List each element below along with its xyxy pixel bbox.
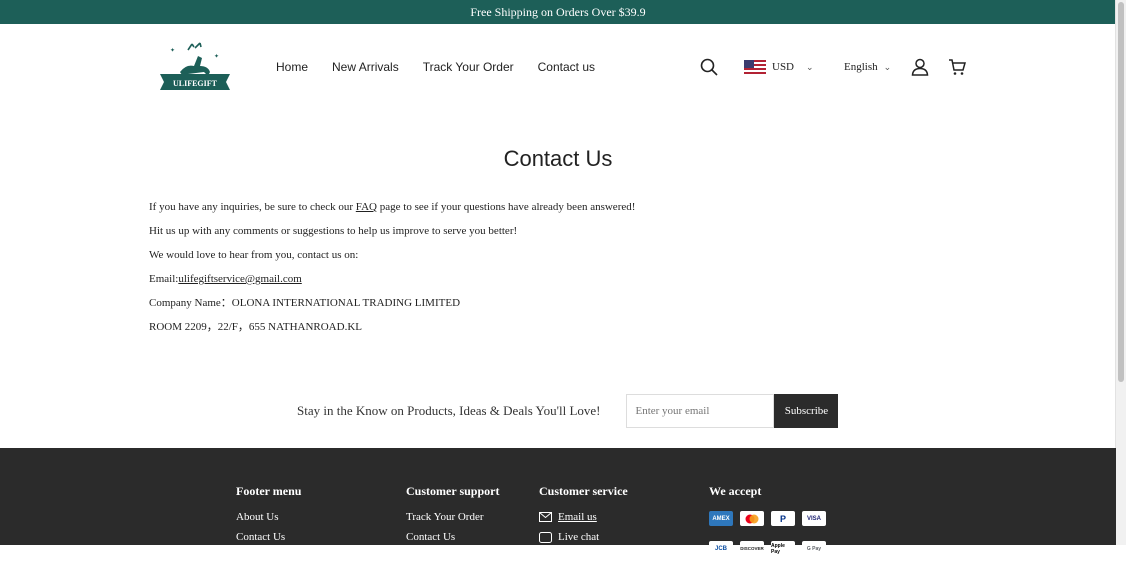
- faq-text-after: page to see if your questions have alrea…: [377, 201, 636, 213]
- jcb-icon: JCB: [709, 541, 733, 556]
- footer-accept-title: We accept: [709, 484, 762, 498]
- main-nav: Home New Arrivals Track Your Order Conta…: [276, 60, 595, 74]
- site-header: ✦ ✦ ULIFEGIFT Home New Arrivals Track Yo…: [0, 24, 1116, 110]
- live-chat-label: Live chat: [558, 531, 600, 543]
- footer-service: Customer service Email us Live chat: [539, 484, 628, 551]
- company-name: Company Name：OLONA INTERNATIONAL TRADING…: [149, 297, 461, 309]
- svg-text:✦: ✦: [170, 47, 175, 54]
- feedback-paragraph: Hit us up with any comments or suggestio…: [149, 225, 518, 237]
- chevron-down-icon: ⌄: [883, 61, 892, 72]
- nav-new-arrivals[interactable]: New Arrivals: [332, 60, 399, 74]
- footer-link-about[interactable]: About Us: [236, 511, 301, 523]
- newsletter-email-input[interactable]: [626, 394, 775, 428]
- scrollbar[interactable]: [1115, 0, 1126, 545]
- currency-selector[interactable]: USD ⌄: [744, 60, 814, 74]
- contact-intro: We would love to hear from you, contact …: [149, 249, 359, 261]
- currency-code: USD: [772, 61, 795, 73]
- language-label: English: [844, 61, 878, 73]
- mastercard-icon: [740, 511, 764, 526]
- account-icon[interactable]: [911, 58, 929, 81]
- company-address: ROOM 2209，22/F，655 NATHANROAD.KL: [149, 321, 362, 333]
- email-us-label: Email us: [558, 511, 597, 523]
- footer-link-contact[interactable]: Contact Us: [236, 531, 301, 543]
- subscribe-button[interactable]: Subscribe: [774, 394, 839, 428]
- footer-link-track-order[interactable]: Track Your Order: [406, 511, 499, 523]
- footer-payments: We accept AMEX P VISA JCB DISCOVER Apple…: [709, 484, 826, 572]
- faq-link[interactable]: FAQ: [356, 201, 377, 213]
- search-icon[interactable]: [700, 58, 718, 81]
- email-label: Email:: [149, 273, 179, 285]
- logo-text: ULIFEGIFT: [173, 79, 218, 88]
- discover-icon: DISCOVER: [740, 541, 764, 556]
- us-flag-icon: [744, 60, 766, 74]
- nav-track-order[interactable]: Track Your Order: [423, 60, 514, 74]
- svg-text:✦: ✦: [214, 53, 219, 60]
- site-footer: Footer menu About Us Contact Us Customer…: [0, 448, 1116, 556]
- cart-icon[interactable]: [948, 58, 966, 81]
- mail-icon: [539, 512, 552, 522]
- apple-pay-icon: Apple Pay: [771, 541, 795, 556]
- announcement-bar: Free Shipping on Orders Over $39.9: [0, 0, 1116, 24]
- chat-icon: [539, 531, 552, 543]
- google-pay-icon: G Pay: [802, 541, 826, 556]
- newsletter-section: Stay in the Know on Products, Ideas & De…: [297, 394, 839, 428]
- announcement-text: Free Shipping on Orders Over $39.9: [470, 5, 646, 19]
- faq-paragraph: If you have any inquiries, be sure to ch…: [149, 200, 635, 214]
- email-line: Email:ulifegiftservice@gmail.com: [149, 272, 635, 286]
- chevron-down-icon: ⌄: [806, 61, 814, 72]
- nav-home[interactable]: Home: [276, 60, 308, 74]
- page-title: Contact Us: [503, 146, 613, 171]
- faq-text-before: If you have any inquiries, be sure to ch…: [149, 201, 356, 213]
- visa-icon: VISA: [802, 511, 826, 526]
- deer-logo-icon: ✦ ✦ ULIFEGIFT: [160, 42, 230, 90]
- footer-support: Customer support Track Your Order Contac…: [406, 484, 499, 551]
- email-link[interactable]: ulifegiftservice@gmail.com: [178, 273, 301, 285]
- footer-email-us[interactable]: Email us: [539, 511, 628, 523]
- footer-link-contact-us[interactable]: Contact Us: [406, 531, 499, 543]
- footer-menu-title: Footer menu: [236, 484, 302, 498]
- footer-service-title: Customer service: [539, 484, 628, 498]
- newsletter-text: Stay in the Know on Products, Ideas & De…: [297, 403, 601, 418]
- footer-support-title: Customer support: [406, 484, 500, 498]
- footer-live-chat[interactable]: Live chat: [539, 531, 628, 543]
- payment-icons: AMEX P VISA JCB DISCOVER Apple Pay G Pay: [709, 511, 826, 564]
- footer-menu: Footer menu About Us Contact Us: [236, 484, 301, 551]
- language-selector[interactable]: English ⌄: [844, 61, 891, 73]
- logo[interactable]: ✦ ✦ ULIFEGIFT: [158, 42, 232, 94]
- scrollbar-thumb[interactable]: [1118, 2, 1124, 382]
- amex-icon: AMEX: [709, 511, 733, 526]
- contact-content: If you have any inquiries, be sure to ch…: [149, 200, 635, 344]
- paypal-icon: P: [771, 511, 795, 526]
- nav-contact[interactable]: Contact us: [538, 60, 595, 74]
